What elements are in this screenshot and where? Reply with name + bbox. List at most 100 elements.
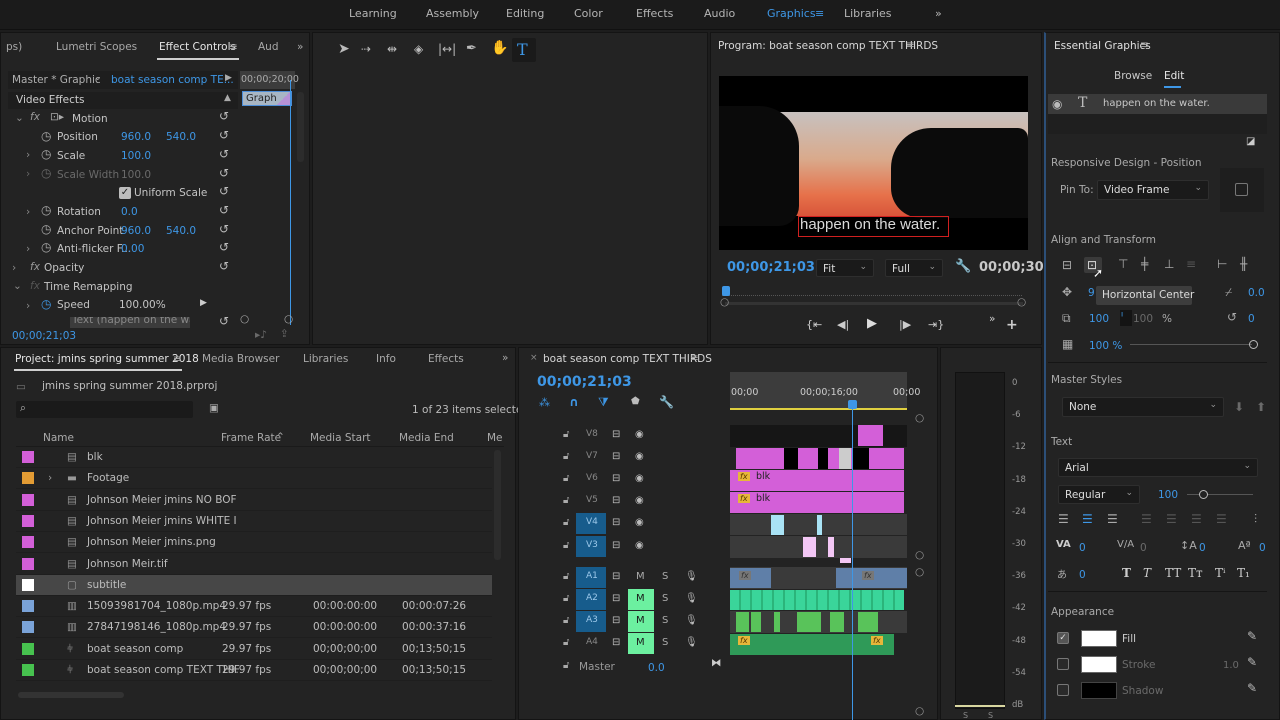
reset-icon[interactable]: ↺ xyxy=(219,147,229,161)
opacity-slider-track[interactable] xyxy=(1130,344,1252,345)
step-back-icon[interactable]: ◀| xyxy=(837,318,849,331)
column-frame-rate[interactable]: Frame Rate xyxy=(221,432,281,444)
stroke-width-value[interactable]: 1.0 xyxy=(1223,660,1239,671)
workspace-tab-graphics[interactable]: Graphics xyxy=(767,7,816,20)
keyframe-end-handle[interactable]: ○ xyxy=(284,313,293,325)
clip-a3-e[interactable] xyxy=(830,612,844,632)
hamburger-menu-icon[interactable]: ≡ xyxy=(815,7,824,20)
label-color-swatch[interactable] xyxy=(22,621,34,634)
scroll-handle-mid[interactable]: ○ xyxy=(915,549,924,561)
track-label[interactable]: V5 xyxy=(586,495,598,505)
track-label[interactable]: V8 xyxy=(586,429,598,439)
clip-a3-c[interactable] xyxy=(774,612,780,632)
align-bottom-icon[interactable]: ⊥ xyxy=(1164,257,1174,271)
scroll-handle-bottom[interactable]: ○ xyxy=(915,705,924,717)
clip-a2-audio[interactable] xyxy=(730,590,904,610)
scale-value[interactable]: 100.0 xyxy=(121,150,151,162)
sync-lock-icon[interactable]: ⊟ xyxy=(612,637,620,648)
mute-button[interactable]: M xyxy=(636,615,645,626)
workspace-tab-learning[interactable]: Learning xyxy=(349,7,397,20)
linked-selection-icon[interactable]: ⧩ xyxy=(598,395,609,410)
workspace-tab-color[interactable]: Color xyxy=(574,7,603,20)
tab-effects[interactable]: Effects xyxy=(428,353,464,365)
video-preview[interactable]: happen on the water. xyxy=(719,76,1028,250)
close-icon[interactable]: × xyxy=(530,353,538,363)
kerning-value[interactable]: 0 xyxy=(1079,542,1086,554)
snap-magnet-icon[interactable]: ∩ xyxy=(569,395,579,409)
clip-v3-a[interactable] xyxy=(803,537,816,557)
column-name[interactable]: Name xyxy=(43,432,74,444)
lock-icon[interactable]: 🔓︎ xyxy=(563,593,569,604)
label-color-swatch[interactable] xyxy=(22,578,34,591)
chevron-down-icon[interactable]: ⌄ xyxy=(13,280,22,292)
opacity-value[interactable]: 100 % xyxy=(1089,340,1122,352)
project-item-row[interactable]: › ▬ Footage xyxy=(16,468,492,490)
clip-a4-audio[interactable]: fx fx xyxy=(730,634,894,655)
lock-icon[interactable]: 🔓︎ xyxy=(563,429,569,440)
opacity-slider-thumb[interactable] xyxy=(1249,340,1258,349)
track-label[interactable]: A1 xyxy=(586,571,598,581)
anchor-x-value[interactable]: 960.0 xyxy=(121,225,151,237)
scale-value[interactable]: 100 xyxy=(1089,313,1109,325)
timeline-playhead-line[interactable] xyxy=(852,404,853,720)
track-label[interactable]: A2 xyxy=(586,593,598,603)
column-media-end[interactable]: Media End xyxy=(399,432,454,444)
pin-edges-widget[interactable] xyxy=(1220,168,1264,212)
position-y-value[interactable]: 540.0 xyxy=(166,131,196,143)
shadow-color-swatch[interactable] xyxy=(1081,682,1117,699)
more-controls-icon[interactable]: » xyxy=(989,313,995,325)
tab-scopes-partial[interactable]: ps) xyxy=(6,41,22,53)
eye-icon[interactable]: ◉ xyxy=(635,451,644,462)
track-label[interactable]: V3 xyxy=(586,540,598,550)
chevron-down-icon[interactable]: ⌄ xyxy=(94,73,102,83)
reset-icon[interactable]: ↺ xyxy=(219,259,229,273)
sync-lock-icon[interactable]: ⊟ xyxy=(612,517,620,528)
project-item-row[interactable]: ▤ Johnson Meier jmins WHITE I xyxy=(16,511,492,532)
ec-timecode[interactable]: 00;00;21;03 xyxy=(12,330,76,342)
fill-color-swatch[interactable] xyxy=(1081,630,1117,647)
project-item-row[interactable]: ▤ Johnson Meir.tif xyxy=(16,554,492,575)
solo-button[interactable]: S xyxy=(662,637,668,648)
project-item-row[interactable]: ▥ 15093981704_1080p.mp4 29.97 fps 00:00:00:… xyxy=(16,596,492,618)
expand-chevron-icon[interactable]: › xyxy=(26,149,30,161)
expand-chevron-icon[interactable]: › xyxy=(26,300,30,312)
hand-tool-icon[interactable]: ✋ xyxy=(491,40,508,56)
leading-value[interactable]: 0 xyxy=(1199,542,1206,554)
justify-last-center-icon[interactable]: ☰ xyxy=(1166,512,1177,526)
new-layer-icon[interactable]: ◪ xyxy=(1246,136,1255,147)
link-scale-toggle[interactable]: ᑊ xyxy=(1120,310,1132,326)
add-button-icon[interactable]: + xyxy=(1006,317,1018,333)
speed-value[interactable]: 100.00% xyxy=(119,299,166,311)
label-color-swatch[interactable] xyxy=(22,472,34,485)
wrench-icon[interactable]: 🔧 xyxy=(955,259,971,274)
pin-center-box[interactable] xyxy=(1235,183,1248,196)
pen-tool-icon[interactable]: ✒ xyxy=(466,41,477,56)
step-forward-icon[interactable]: |▶ xyxy=(899,318,911,331)
panel-menu-icon[interactable]: ≡ xyxy=(173,353,182,365)
nest-sequence-icon[interactable]: ⁂ xyxy=(539,396,550,409)
lock-icon[interactable]: 🔓︎ xyxy=(563,571,569,582)
clip-v4-a[interactable] xyxy=(771,515,784,535)
work-area-bar[interactable] xyxy=(730,408,907,410)
sync-lock-icon[interactable]: ⊟ xyxy=(612,451,620,462)
share-icon[interactable]: ⇪ xyxy=(280,328,289,340)
eyedropper-icon[interactable]: ✎ xyxy=(1247,681,1257,695)
lock-icon[interactable]: 🔓︎ xyxy=(563,615,569,626)
anti-flicker-value[interactable]: 0.00 xyxy=(121,243,144,255)
workspace-tab-effects[interactable]: Effects xyxy=(636,7,673,20)
solo-left-button[interactable]: S xyxy=(963,711,968,720)
reset-icon[interactable]: ↺ xyxy=(219,203,229,217)
label-color-swatch[interactable] xyxy=(22,514,34,527)
track-label[interactable]: A4 xyxy=(586,637,598,647)
mute-button[interactable]: M xyxy=(636,571,645,582)
add-marker-icon[interactable]: ⬟ xyxy=(631,396,640,407)
timeline-timecode[interactable]: 00;00;21;03 xyxy=(537,374,632,390)
faux-bold-icon[interactable]: T xyxy=(1122,566,1131,580)
justify-last-left-icon[interactable]: ☰ xyxy=(1141,512,1152,526)
shadow-checkbox[interactable] xyxy=(1057,684,1069,696)
superscript-icon[interactable]: Tⁱ xyxy=(1215,566,1225,580)
clip-v2-small[interactable] xyxy=(840,558,851,563)
track-select-tool-icon[interactable]: ⇢ xyxy=(361,42,371,56)
column-media-start[interactable]: Media Start xyxy=(310,432,371,444)
tab-lumetri-scopes[interactable]: Lumetri Scopes xyxy=(56,41,137,53)
